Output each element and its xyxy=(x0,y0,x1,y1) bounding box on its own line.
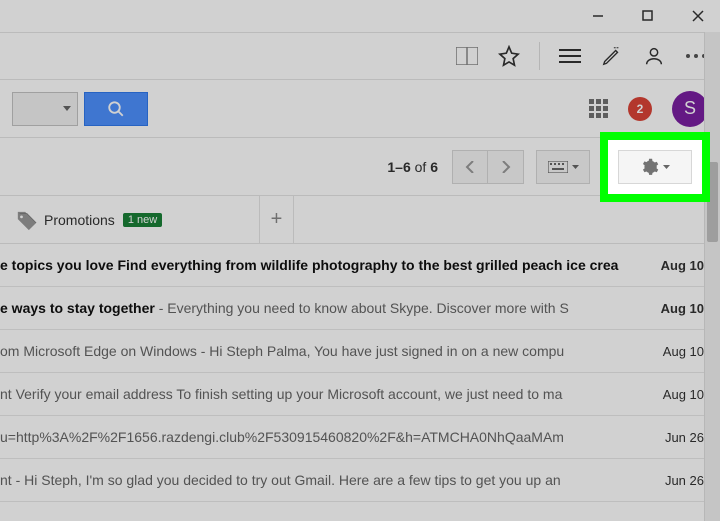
message-list: e topics you love Find everything from w… xyxy=(0,244,720,502)
search-button[interactable] xyxy=(84,92,148,126)
vertical-scrollbar[interactable] xyxy=(704,32,720,521)
settings-button[interactable] xyxy=(618,150,692,184)
message-date: Jun 26 xyxy=(650,430,704,445)
hamburger-menu-icon[interactable] xyxy=(558,44,582,68)
maximize-button[interactable] xyxy=(634,2,662,30)
gear-icon xyxy=(641,158,659,176)
google-apps-icon[interactable] xyxy=(589,99,608,118)
category-tabs: Promotions 1 new + xyxy=(0,196,720,244)
message-row[interactable]: nt - Hi Steph, I'm so glad you decided t… xyxy=(0,459,720,502)
message-date: Aug 10 xyxy=(650,258,704,273)
tag-icon xyxy=(16,210,36,230)
tab-label: Promotions xyxy=(44,212,115,228)
message-date: Aug 10 xyxy=(650,387,704,402)
browser-toolbar xyxy=(0,32,720,80)
pencil-edit-icon[interactable] xyxy=(600,44,624,68)
keyboard-icon xyxy=(548,161,568,173)
mail-toolbar: 1–6 of 6 xyxy=(0,138,720,196)
message-row[interactable]: e ways to stay together - Everything you… xyxy=(0,287,720,330)
window-titlebar xyxy=(0,0,720,32)
star-icon[interactable] xyxy=(497,44,521,68)
message-row[interactable]: om Microsoft Edge on Windows - Hi Steph … xyxy=(0,330,720,373)
message-row[interactable]: nt Verify your email address To finish s… xyxy=(0,373,720,416)
chevron-down-icon xyxy=(663,165,670,169)
close-button[interactable] xyxy=(684,2,712,30)
input-tools-button[interactable] xyxy=(536,150,590,184)
message-row[interactable]: e topics you love Find everything from w… xyxy=(0,244,720,287)
account-avatar[interactable]: S xyxy=(672,91,708,127)
pagination-label: 1–6 of 6 xyxy=(387,159,438,175)
prev-page-button[interactable] xyxy=(452,150,488,184)
notifications-badge[interactable]: 2 xyxy=(628,97,652,121)
search-scope-dropdown[interactable] xyxy=(12,92,78,126)
reader-view-icon[interactable] xyxy=(455,44,479,68)
message-date: Jun 26 xyxy=(650,473,704,488)
message-date: Aug 10 xyxy=(650,301,704,316)
message-row[interactable]: u=http%3A%2F%2F1656.razdengi.club%2F5309… xyxy=(0,416,720,459)
next-page-button[interactable] xyxy=(488,150,524,184)
profile-outline-icon[interactable] xyxy=(642,44,666,68)
minimize-button[interactable] xyxy=(584,2,612,30)
divider xyxy=(539,42,540,70)
new-count-badge: 1 new xyxy=(123,213,162,227)
add-tab-button[interactable]: + xyxy=(260,196,294,243)
gmail-header: 2 S xyxy=(0,80,720,138)
message-date: Aug 10 xyxy=(650,344,704,359)
tab-promotions[interactable]: Promotions 1 new xyxy=(0,196,260,243)
settings-highlight-callout xyxy=(600,132,710,202)
